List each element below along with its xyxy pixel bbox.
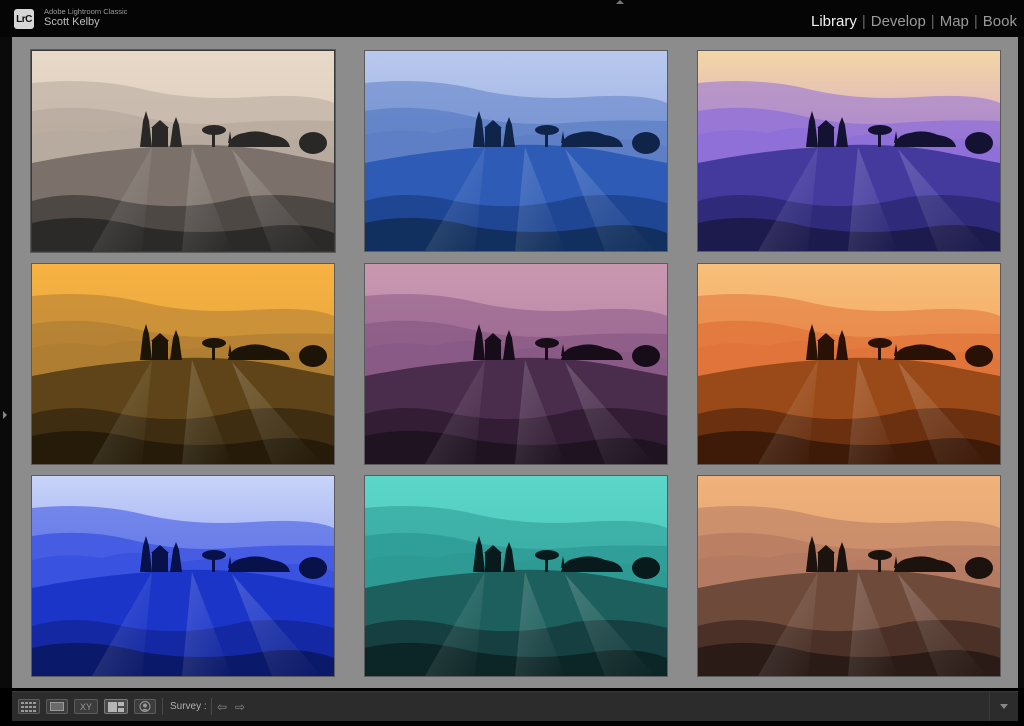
compare-view-button[interactable]: XY	[74, 699, 98, 714]
survey-label: Survey :	[170, 701, 207, 712]
photo-image	[365, 51, 667, 251]
compare-view-label: XY	[79, 701, 92, 712]
survey-photo-teal[interactable]	[365, 476, 667, 676]
survey-photo-ultramarine[interactable]	[32, 476, 334, 676]
module-map[interactable]: Map	[936, 13, 973, 30]
logo-text: LrC	[16, 13, 32, 25]
survey-photo-orange[interactable]	[698, 264, 1000, 464]
photo-image	[698, 264, 1000, 464]
people-view-button[interactable]	[134, 699, 156, 714]
photo-image	[698, 476, 1000, 676]
survey-view-area	[12, 37, 1018, 688]
photo-image	[365, 476, 667, 676]
grid-view-icon	[21, 701, 36, 712]
survey-photo-blue[interactable]	[365, 51, 667, 251]
toolbar-divider	[162, 698, 163, 715]
photo-image	[32, 51, 334, 251]
grid-view-button[interactable]	[18, 699, 40, 714]
right-panel-collapsed[interactable]	[1018, 37, 1024, 688]
previous-photo-arrow-icon[interactable]: ⇦	[217, 701, 227, 713]
identity-plate-bar: LrC Adobe Lightroom Classic Scott Kelby …	[0, 0, 1024, 37]
loupe-view-button[interactable]	[46, 699, 68, 714]
product-name: Adobe Lightroom Classic	[44, 7, 128, 16]
identity-plate-name: Scott Kelby	[44, 16, 100, 28]
next-photo-arrow-icon[interactable]: ⇨	[235, 701, 245, 713]
filmstrip-collapsed	[0, 721, 1024, 726]
survey-photo-violet[interactable]	[698, 51, 1000, 251]
photo-image	[32, 264, 334, 464]
loupe-view-icon	[50, 702, 64, 711]
people-view-icon	[139, 701, 151, 712]
module-develop[interactable]: Develop	[867, 13, 930, 30]
survey-photo-copper[interactable]	[698, 476, 1000, 676]
left-panel-collapsed[interactable]	[0, 37, 12, 688]
survey-view-icon	[108, 701, 124, 712]
photo-image	[698, 51, 1000, 251]
lightroom-logo: LrC	[14, 9, 34, 29]
bottom-toolbar: XY Survey : ⇦ ⇨	[12, 691, 1018, 721]
chevron-down-icon	[1000, 704, 1008, 709]
survey-photo-mauve[interactable]	[365, 264, 667, 464]
top-panel-toggle-icon[interactable]	[616, 0, 624, 4]
survey-view-button[interactable]	[104, 699, 128, 714]
module-library[interactable]: Library	[807, 13, 861, 30]
left-panel-toggle-icon[interactable]	[3, 411, 7, 419]
photo-image	[365, 264, 667, 464]
module-book[interactable]: Book	[979, 13, 1021, 30]
photo-image	[32, 476, 334, 676]
module-picker: Library | Develop | Map | Book	[807, 13, 1021, 30]
survey-photo-neutral[interactable]	[32, 51, 334, 251]
toolbar-content-menu[interactable]	[989, 692, 1018, 721]
toolbar-divider	[211, 698, 212, 715]
survey-photo-amber[interactable]	[32, 264, 334, 464]
